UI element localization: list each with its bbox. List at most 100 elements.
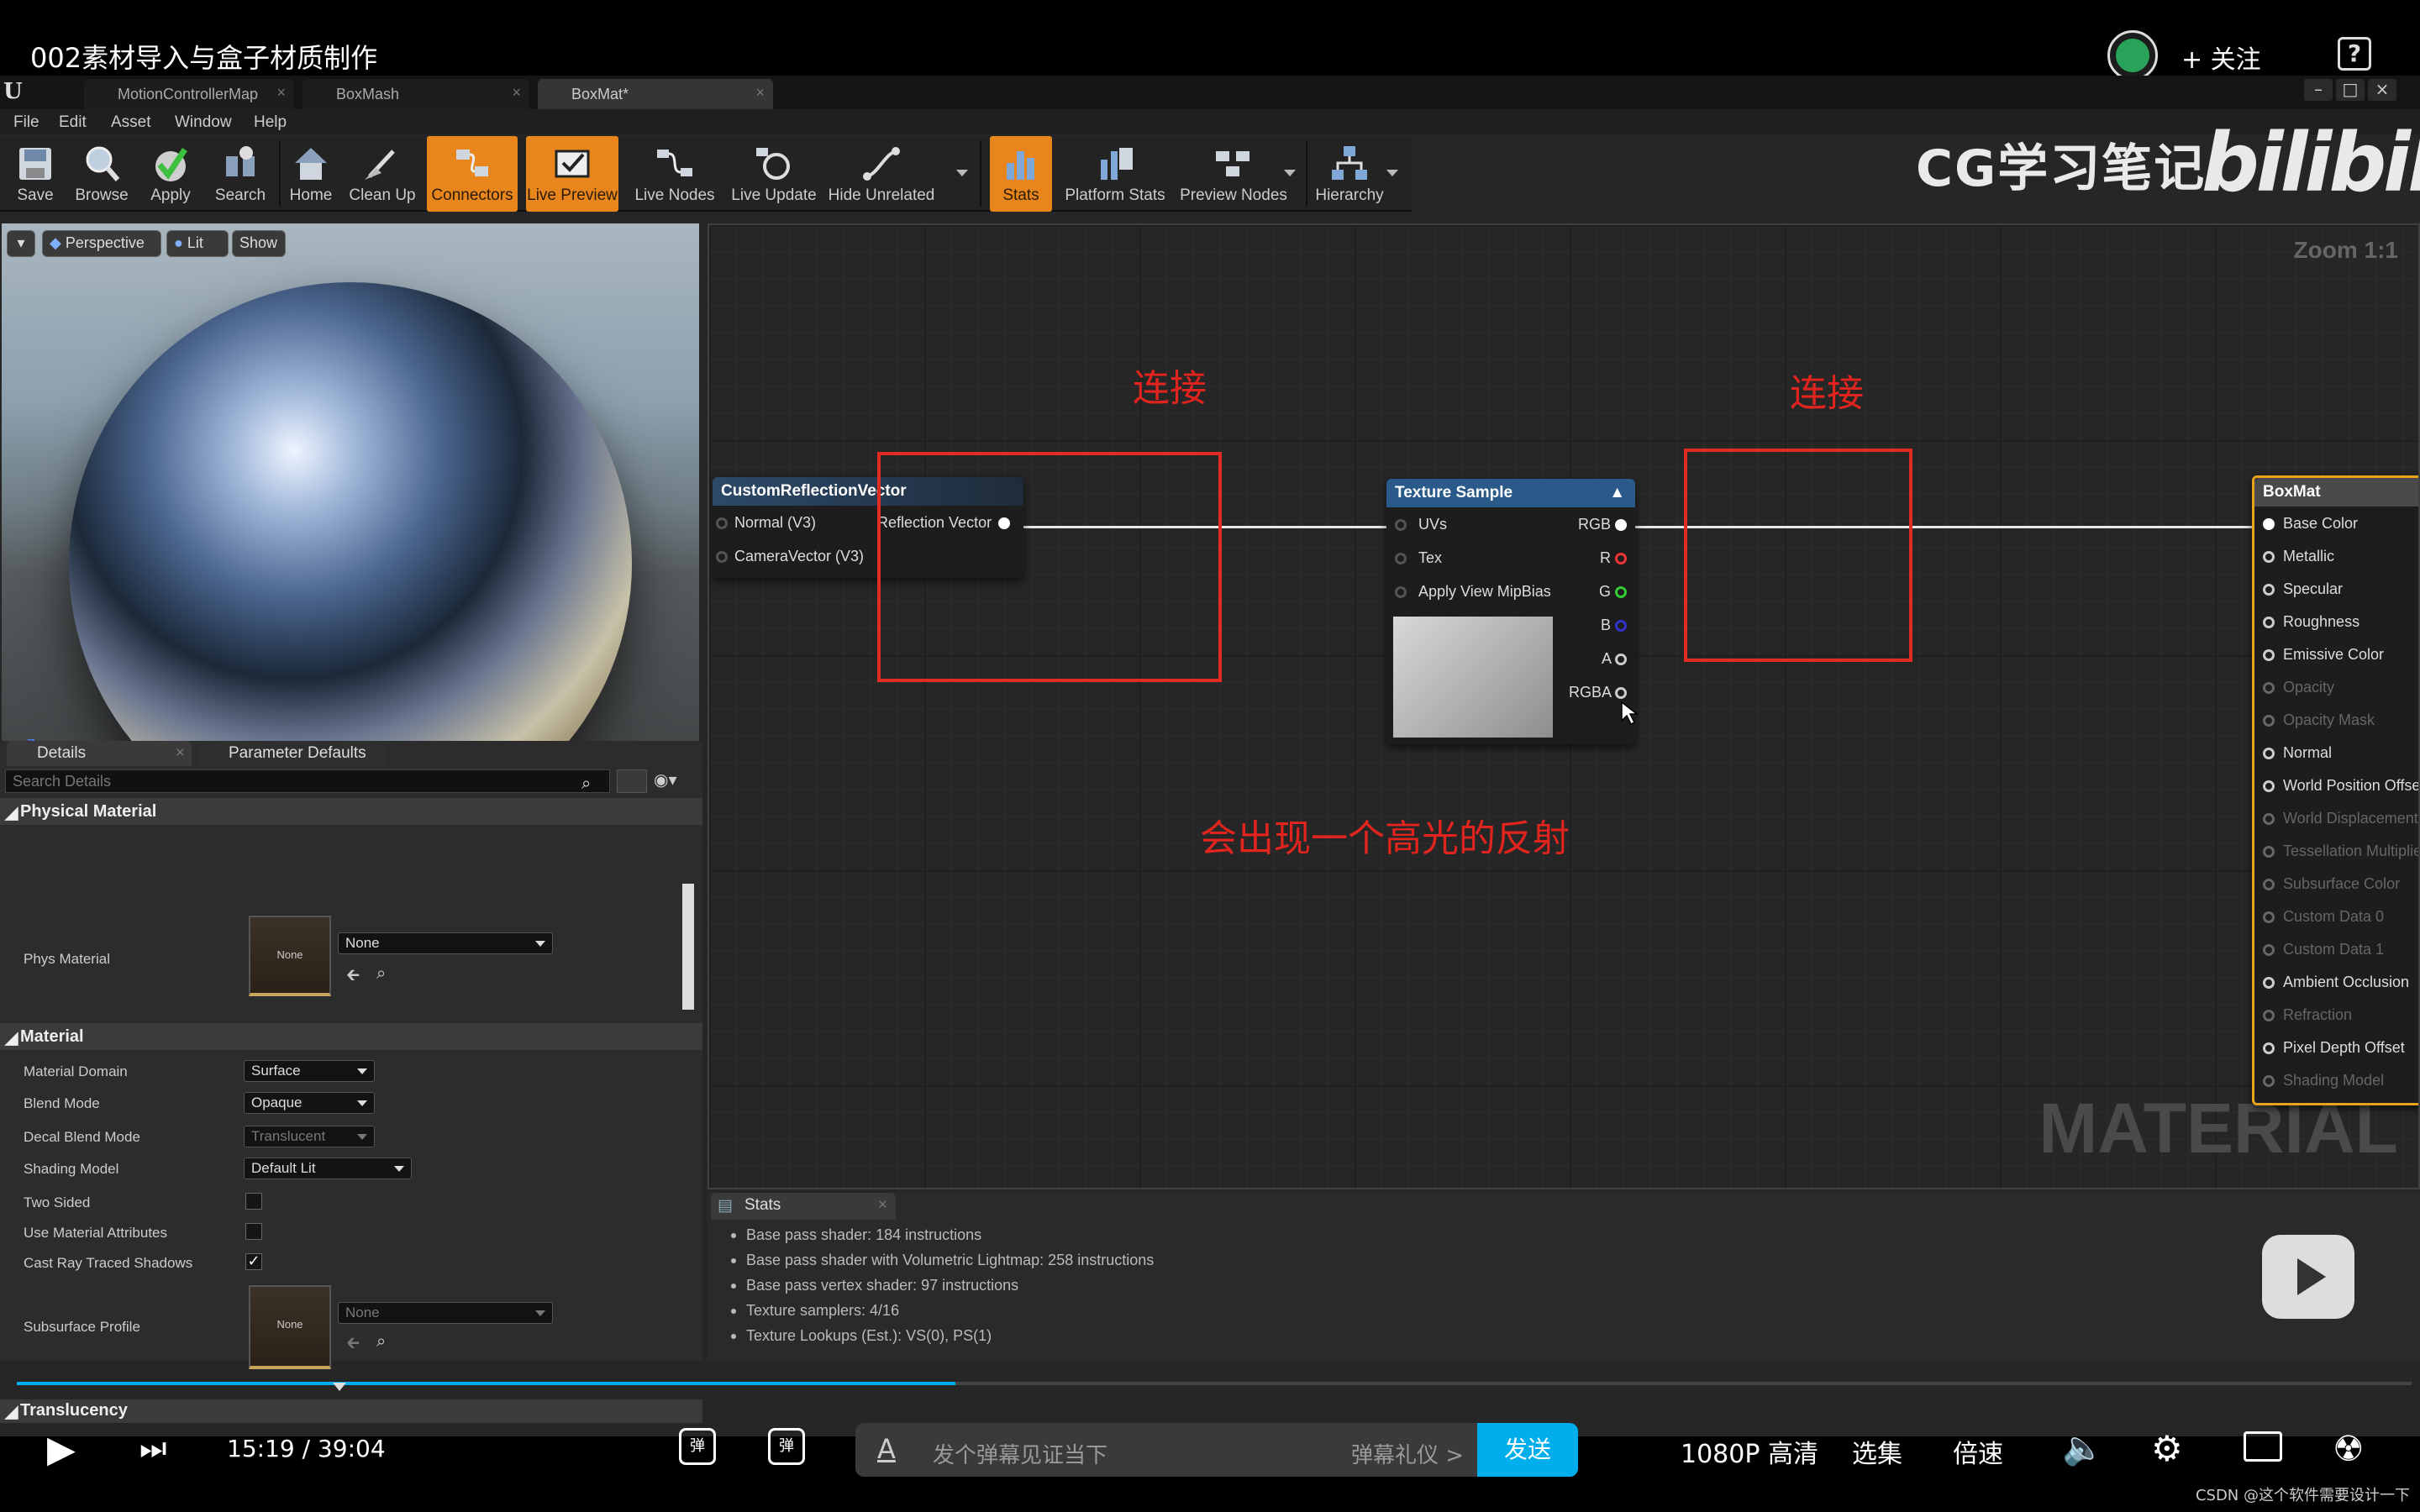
tab-boxmat[interactable]: BoxMat* × (538, 79, 773, 109)
chevron-down-icon[interactable] (1386, 170, 1398, 176)
tab-boxmash[interactable]: BoxMash × (302, 79, 529, 109)
hierarchy-button[interactable]: Hierarchy (1311, 136, 1388, 212)
stats-button[interactable]: Stats (990, 136, 1052, 212)
menu-window[interactable]: Window (175, 113, 232, 132)
two-sided-checkbox[interactable] (245, 1193, 262, 1210)
pip-icon[interactable] (2244, 1431, 2282, 1462)
material-domain-combo[interactable]: Surface (244, 1060, 375, 1082)
material-graph[interactable]: Zoom 1:1 MATERIAL CustomReflectionVector… (708, 223, 2420, 1189)
play-icon[interactable]: ▶ (47, 1428, 76, 1471)
details-scrollbar[interactable] (682, 884, 694, 1010)
help-icon[interactable]: ? (2338, 37, 2371, 71)
blend-mode-combo[interactable]: Opaque (244, 1092, 375, 1114)
normal-input-pin[interactable]: Normal (V3) (716, 514, 816, 532)
rgb-output-pin[interactable]: RGB (1578, 516, 1627, 533)
texture-sample-node[interactable]: Texture Sample ▲ UVs Tex Apply View MipBi… (1386, 479, 1635, 744)
danmaku-toggle-icon[interactable]: 弹 (679, 1428, 716, 1465)
boxmat-result-node[interactable]: BoxMat Base Color Metallic Specular Roughne… (2252, 475, 2418, 1105)
browse-asset-icon[interactable]: ⌕ (376, 1331, 386, 1351)
browse-asset-icon[interactable]: ⌕ (376, 963, 386, 983)
apply-button[interactable]: Apply (139, 136, 202, 212)
category-translucency[interactable]: ◢ Translucency (0, 1399, 702, 1423)
result-pin-metallic[interactable]: Metallic (2263, 548, 2334, 565)
follow-button[interactable]: + 关注 (2181, 39, 2261, 76)
search-button[interactable]: Search (207, 136, 274, 212)
result-pin-ambient-occlusion[interactable]: Ambient Occlusion (2263, 974, 2409, 991)
save-button[interactable]: Save (5, 136, 66, 212)
cast-ray-traced-shadows-checkbox[interactable]: ✓ (245, 1253, 262, 1270)
use-selected-icon[interactable]: 🡰 (346, 963, 360, 991)
apply-view-mipbias-input-pin[interactable]: Apply View MipBias (1395, 583, 1551, 601)
tab-motion-controller-map[interactable]: MotionControllerMap × (84, 79, 294, 109)
result-pin-base-color[interactable]: Base Color (2263, 515, 2358, 533)
collapse-triangle-icon[interactable]: ▲ (1609, 484, 1625, 502)
danmaku-etiquette-link[interactable]: 弹幕礼仪 > (1351, 1438, 1464, 1469)
clean-up-button[interactable]: Clean Up (343, 136, 422, 212)
connectors-button[interactable]: Connectors (427, 136, 518, 212)
fullscreen-icon[interactable]: ☢ (2333, 1428, 2365, 1469)
quality-button[interactable]: 1080P 高清 (1681, 1433, 1818, 1470)
chevron-down-icon[interactable] (1284, 170, 1296, 176)
category-physical-material[interactable]: ◢ Physical Material (0, 798, 702, 825)
close-icon[interactable]: × (878, 1196, 887, 1215)
shading-model-combo[interactable]: Default Lit (244, 1158, 412, 1179)
perspective-button[interactable]: ◆ Perspective (42, 230, 161, 257)
close-window-icon[interactable]: × (2368, 79, 2396, 101)
r-output-pin[interactable]: R (1600, 549, 1627, 567)
result-pin-specular[interactable]: Specular (2263, 580, 2343, 598)
font-style-icon[interactable]: A (877, 1433, 896, 1465)
menu-asset[interactable]: Asset (111, 113, 151, 132)
tab-parameter-defaults[interactable]: Parameter Defaults (198, 741, 385, 766)
subsurface-profile-thumbnail[interactable]: None (249, 1285, 331, 1369)
send-button[interactable]: 发送 (1477, 1423, 1578, 1477)
chevron-down-icon[interactable] (956, 170, 968, 176)
view-options-icon[interactable] (617, 769, 647, 793)
home-button[interactable]: Home (284, 136, 338, 212)
big-play-icon[interactable] (2262, 1235, 2354, 1319)
phys-material-combo[interactable]: None (338, 932, 553, 954)
search-details-input[interactable]: Search Details (5, 769, 610, 793)
platform-stats-button[interactable]: Platform Stats (1060, 136, 1170, 212)
lit-button[interactable]: ● Lit (166, 230, 229, 257)
close-icon[interactable]: × (512, 84, 521, 102)
minimize-icon[interactable]: – (2304, 79, 2333, 101)
rgba-output-pin[interactable]: RGBA (1569, 684, 1627, 701)
uploader-avatar[interactable] (2107, 30, 2158, 81)
show-button[interactable]: Show (232, 230, 286, 257)
menu-edit[interactable]: Edit (59, 113, 87, 132)
danmaku-settings-icon[interactable]: 弹 (768, 1428, 805, 1465)
menu-file[interactable]: File (13, 113, 39, 132)
volume-icon[interactable]: 🔈 (2062, 1428, 2104, 1467)
live-nodes-button[interactable]: Live Nodes (625, 136, 724, 212)
a-output-pin[interactable]: A (1602, 650, 1627, 668)
hide-unrelated-button[interactable]: Hide Unrelated (825, 136, 938, 212)
use-material-attributes-checkbox[interactable] (245, 1223, 262, 1240)
tab-stats[interactable]: ▤ Stats × (711, 1193, 896, 1220)
live-preview-button[interactable]: Live Preview (526, 136, 618, 212)
maximize-icon[interactable]: □ (2336, 79, 2365, 101)
tab-details[interactable]: Details × (7, 741, 192, 766)
result-pin-pixel-depth-offset[interactable]: Pixel Depth Offset (2263, 1039, 2405, 1057)
preview-nodes-button[interactable]: Preview Nodes (1176, 136, 1291, 212)
settings-icon[interactable]: ⚙ (2151, 1428, 2183, 1469)
close-icon[interactable]: × (176, 744, 185, 763)
uvs-input-pin[interactable]: UVs (1395, 516, 1447, 533)
b-output-pin[interactable]: B (1601, 617, 1627, 634)
close-icon[interactable]: × (755, 84, 765, 102)
close-icon[interactable]: × (276, 84, 286, 102)
speed-button[interactable]: 倍速 (1953, 1433, 2003, 1470)
live-update-button[interactable]: Live Update (728, 136, 820, 212)
g-output-pin[interactable]: G (1599, 583, 1627, 601)
browse-button[interactable]: Browse (69, 136, 134, 212)
result-pin-world-position-offset[interactable]: World Position Offset (2263, 777, 2418, 795)
tex-input-pin[interactable]: Tex (1395, 549, 1442, 567)
category-material[interactable]: ◢ Material (0, 1023, 702, 1050)
danmaku-input[interactable]: A 发个弹幕见证当下 弹幕礼仪 > 发送 (855, 1423, 1578, 1477)
result-pin-roughness[interactable]: Roughness (2263, 613, 2360, 631)
episodes-button[interactable]: 选集 (1852, 1433, 1902, 1470)
scrub-indicator-icon[interactable] (333, 1383, 346, 1391)
eye-icon[interactable]: ◉▾ (654, 769, 694, 793)
phys-material-thumbnail[interactable]: None (249, 916, 331, 996)
menu-help[interactable]: Help (254, 113, 287, 132)
next-icon[interactable]: ⏭ (139, 1431, 166, 1467)
